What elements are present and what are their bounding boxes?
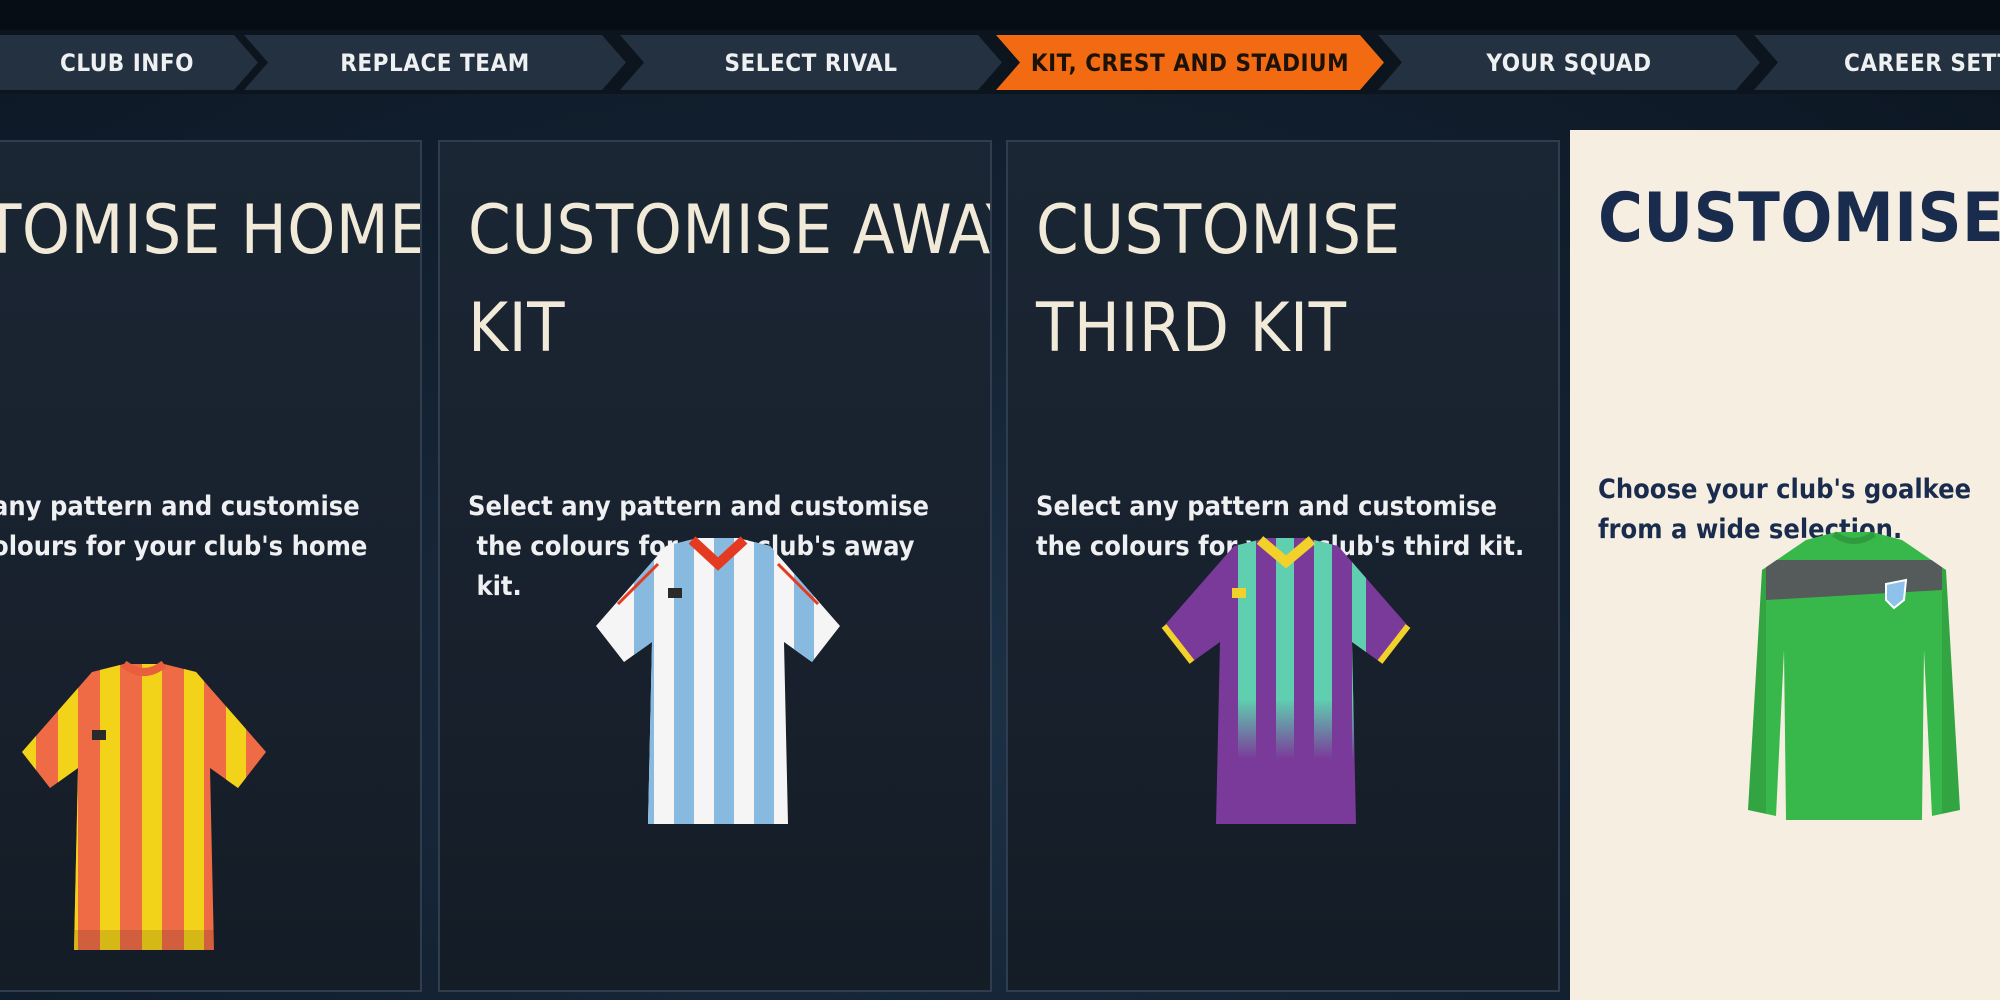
- step-your-squad[interactable]: YOUR SQUAD: [1378, 35, 1760, 90]
- card-title: CUSTOMISE GK: [1598, 179, 2000, 258]
- card-title: CUSTOMISE AWAY KIT: [468, 191, 992, 368]
- step-label: KIT, CREST AND STADIUM: [1030, 48, 1350, 77]
- description-line: Choose your club's goalkee: [1598, 474, 1972, 505]
- description-line: Select any pattern and customise: [1036, 491, 1497, 522]
- description-line: Select any pattern and customise: [468, 491, 929, 522]
- away-kit-shirt-icon: [588, 534, 848, 834]
- card-description: any pattern and customise olours for you…: [0, 487, 420, 567]
- customise-third-kit-card[interactable]: CUSTOMISE THIRD KIT Select any pattern a…: [1006, 140, 1560, 992]
- customise-away-kit-card[interactable]: CUSTOMISE AWAY KIT Select any pattern an…: [438, 140, 992, 992]
- career-setup-stepper: CLUB INFO REPLACE TEAM SELECT RIVAL KIT,…: [0, 30, 2000, 94]
- customise-gk-kit-card[interactable]: CUSTOMISE GK Choose your club's goalkee …: [1570, 130, 2000, 1000]
- step-replace-team[interactable]: REPLACE TEAM: [244, 35, 626, 90]
- card-title: CUSTOMISE THIRD KIT: [1036, 191, 1401, 368]
- step-label: REPLACE TEAM: [340, 48, 530, 77]
- step-label: YOUR SQUAD: [1486, 48, 1652, 77]
- step-career-settings[interactable]: CAREER SETTIN: [1754, 35, 2000, 90]
- step-label: CAREER SETTIN: [1844, 48, 1998, 77]
- step-select-rival[interactable]: SELECT RIVAL: [620, 35, 1002, 90]
- third-kit-shirt-icon: [1156, 534, 1416, 834]
- step-club-info[interactable]: CLUB INFO: [0, 35, 258, 90]
- step-label: SELECT RIVAL: [724, 48, 898, 77]
- description-line: olours for your club's home: [0, 531, 368, 562]
- customise-home-kit-card[interactable]: TOMISE HOME any pattern and customise ol…: [0, 140, 422, 992]
- home-kit-shirt-icon: [14, 660, 274, 960]
- card-title: TOMISE HOME: [0, 191, 422, 270]
- goalkeeper-shirt-icon: [1746, 530, 1962, 830]
- description-line: any pattern and customise: [0, 491, 360, 522]
- top-strip: [0, 0, 2000, 30]
- step-label: CLUB INFO: [60, 48, 194, 77]
- description-line: kit.: [476, 571, 522, 602]
- step-kit-crest-stadium[interactable]: KIT, CREST AND STADIUM: [996, 35, 1384, 90]
